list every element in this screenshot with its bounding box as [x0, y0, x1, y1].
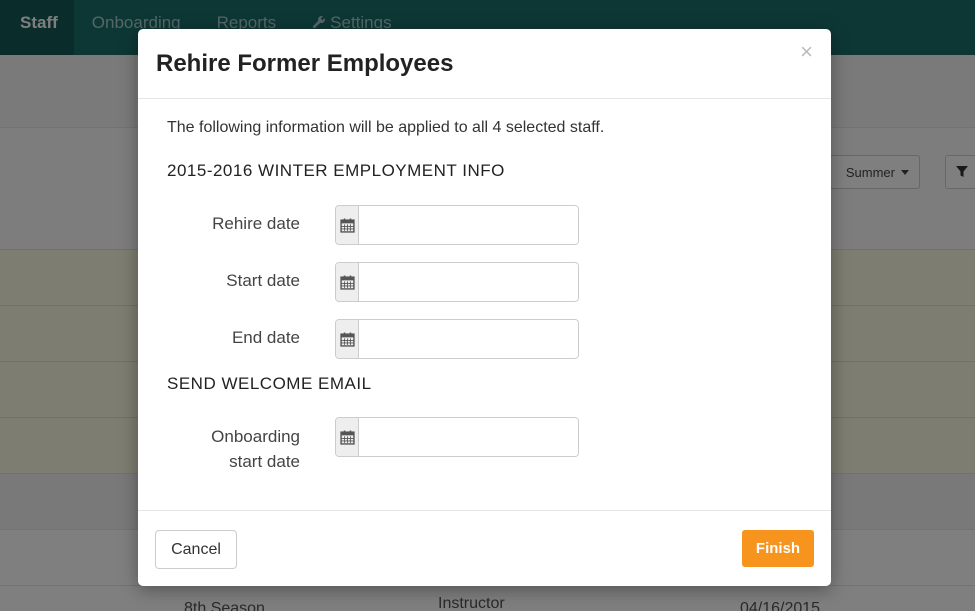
end-date-input[interactable]: [359, 320, 578, 358]
rehire-modal: Rehire Former Employees × The following …: [138, 29, 831, 586]
end-date-label: End date: [231, 328, 300, 347]
start-date-group: [335, 262, 579, 302]
onboarding-label-line1: Onboarding: [211, 427, 300, 446]
end-date-calendar-button[interactable]: [336, 320, 359, 358]
rehire-date-calendar-button[interactable]: [336, 206, 359, 244]
onboarding-start-date-calendar-button[interactable]: [336, 418, 359, 456]
modal-title: Rehire Former Employees: [156, 50, 454, 77]
calendar-icon: [339, 218, 355, 233]
rehire-date-input[interactable]: [359, 206, 578, 244]
calendar-icon: [339, 430, 355, 445]
close-icon[interactable]: ×: [800, 41, 813, 63]
cancel-button[interactable]: Cancel: [155, 530, 237, 569]
start-date-calendar-button[interactable]: [336, 263, 359, 301]
start-date-input[interactable]: [359, 263, 578, 301]
modal-header: Rehire Former Employees ×: [138, 29, 831, 99]
start-date-label: Start date: [226, 271, 300, 290]
rehire-date-group: [335, 205, 579, 245]
onboarding-start-date-group: [335, 417, 579, 457]
onboarding-start-date-label: Onboarding start date: [138, 424, 300, 474]
onboarding-start-date-input[interactable]: [359, 418, 578, 456]
welcome-email-section-title: SEND WELCOME EMAIL: [167, 374, 372, 393]
modal-footer: Cancel Finish: [138, 510, 831, 586]
employment-section-title: 2015-2016 WINTER EMPLOYMENT INFO: [167, 161, 505, 180]
rehire-date-label: Rehire date: [212, 214, 300, 233]
end-date-group: [335, 319, 579, 359]
calendar-icon: [339, 275, 355, 290]
intro-text: The following information will be applie…: [167, 119, 605, 136]
finish-button[interactable]: Finish: [742, 530, 814, 567]
onboarding-label-line2: start date: [229, 452, 300, 471]
calendar-icon: [339, 332, 355, 347]
